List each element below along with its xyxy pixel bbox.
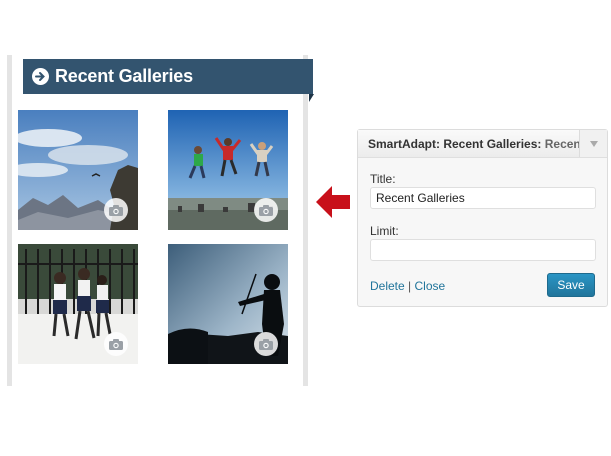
gallery-grid (18, 110, 298, 370)
widget-settings-header[interactable]: SmartAdapt: Recent Galleries: Recent (358, 130, 607, 158)
link-separator: | (408, 279, 412, 293)
recent-galleries-widget: Recent Galleries (7, 55, 314, 386)
widget-title: Recent Galleries (55, 66, 193, 86)
widget-settings-box: SmartAdapt: Recent Galleries: Recent Tit… (357, 129, 608, 307)
save-button[interactable]: Save (547, 273, 595, 297)
gallery-thumbnail[interactable] (168, 110, 288, 230)
camera-icon (104, 198, 128, 222)
gallery-thumbnail[interactable] (18, 244, 138, 364)
delete-link[interactable]: Delete (370, 279, 405, 293)
close-link[interactable]: Close (415, 279, 446, 293)
limit-field-label: Limit: (370, 224, 399, 238)
gallery-thumbnail[interactable] (18, 110, 138, 230)
camera-icon (254, 332, 278, 356)
widget-header: Recent Galleries (23, 59, 314, 102)
red-pointer-arrow-icon (316, 186, 350, 218)
arrow-right-circle-icon (32, 68, 49, 85)
gallery-thumbnail[interactable] (168, 244, 288, 364)
camera-icon (104, 332, 128, 356)
camera-icon (254, 198, 278, 222)
limit-field[interactable] (370, 239, 596, 261)
widget-type-label: SmartAdapt: Recent Galleries: (368, 136, 542, 151)
widget-control-links: Delete | Close (370, 279, 445, 293)
title-field-label: Title: (370, 172, 396, 186)
collapse-toggle-icon[interactable] (579, 130, 607, 157)
title-field[interactable] (370, 187, 596, 209)
